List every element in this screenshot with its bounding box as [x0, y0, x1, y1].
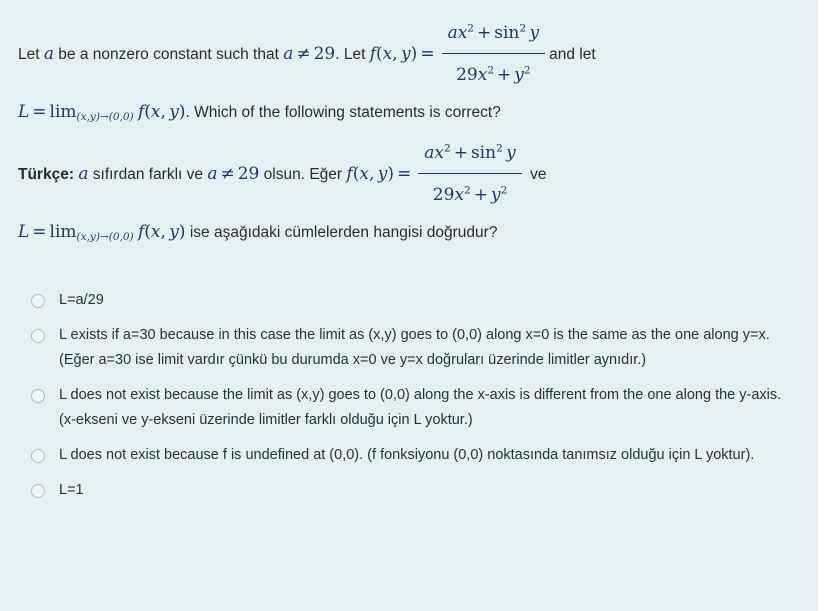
answer-option-label: L=1 [59, 482, 84, 498]
radio-button-icon[interactable] [31, 329, 45, 343]
radio-button-icon[interactable] [31, 484, 45, 498]
stem-text: Let [18, 46, 44, 64]
stem-text: . Let [335, 46, 370, 64]
stem-turkish-line-2: L = lim(x,y)→(0,0) f(x, y) ise aşağıdaki c… [18, 214, 798, 251]
math-limit-operator: lim [49, 102, 77, 122]
answer-option-label: L does not exist because the limit as (x… [59, 387, 782, 428]
answer-option-5[interactable]: L=1 [0, 478, 818, 503]
question-stem-english: Let a be a nonzero constant such that a ≠… [18, 16, 798, 131]
math-equals-sign: = [397, 164, 412, 185]
math-function-f: f(x, y) [137, 222, 186, 242]
stem-english-line-2: L = lim(x,y)→(0,0) f(x, y). Which of the f… [18, 94, 798, 131]
math-variable-L: L [18, 222, 30, 242]
stem-text: olsun. Eğer [259, 166, 347, 184]
math-fraction-f-definition: ax2 + sin2 y 29x2 + y2 [418, 135, 522, 213]
math-variable-a: a [43, 44, 54, 65]
math-function-f: f(x, y) [346, 164, 394, 185]
answer-option-1[interactable]: L=a/29 [0, 288, 818, 313]
answer-option-3[interactable]: L does not exist because the limit as (x… [0, 383, 818, 433]
answer-option-label: L does not exist because f is undefined … [59, 447, 755, 463]
math-fraction-f-definition: ax2 + sin2 y 29x2 + y2 [441, 15, 546, 93]
math-fraction-numerator: ax2 + sin2 y [418, 135, 522, 174]
stem-text: sıfırdan farklı ve [88, 166, 208, 184]
answer-option-4[interactable]: L does not exist because f is undefined … [0, 443, 818, 468]
radio-button-icon[interactable] [31, 389, 45, 403]
answer-options-list: L=a/29 L exists if a=30 because in this … [0, 288, 818, 513]
radio-button-icon[interactable] [31, 294, 45, 308]
answer-option-label: L=a/29 [59, 292, 104, 308]
math-equals-sign: = [32, 222, 47, 242]
question-stem-turkish: Türkçe: a sıfırdan farklı ve a ≠ 29 olsun.… [18, 136, 798, 251]
stem-text: ve [530, 166, 547, 184]
stem-text: ise aşağıdaki cümlelerden hangisi doğrud… [185, 224, 498, 241]
stem-turkish-line-1: Türkçe: a sıfırdan farklı ve a ≠ 29 olsun.… [18, 136, 798, 214]
math-fraction-numerator: ax2 + sin2 y [441, 15, 546, 54]
math-condition-a-neq-29: a ≠ 29 [207, 164, 260, 185]
answer-option-label: L exists if a=30 because in this case th… [59, 327, 770, 368]
math-function-f: f(x, y) [369, 44, 418, 65]
turkish-label: Türkçe: [18, 166, 74, 184]
math-equals-sign: = [32, 102, 47, 122]
math-function-f: f(x, y) [137, 102, 186, 122]
math-condition-a-neq-29: a ≠ 29 [283, 44, 336, 65]
math-limit-subscript: (x,y)→(0,0) [76, 231, 134, 244]
math-fraction-denominator: 29x2 + y2 [456, 64, 531, 85]
math-limit-subscript: (x,y)→(0,0) [76, 111, 134, 124]
radio-button-icon[interactable] [31, 449, 45, 463]
stem-english-line-1: Let a be a nonzero constant such that a ≠… [18, 16, 798, 94]
math-variable-a: a [78, 164, 89, 185]
answer-option-2[interactable]: L exists if a=30 because in this case th… [0, 323, 818, 373]
stem-text: and let [549, 46, 596, 64]
math-variable-L: L [18, 102, 30, 122]
quiz-question-panel: Let a be a nonzero constant such that a ≠… [0, 0, 818, 611]
math-limit-operator: lim [49, 222, 77, 242]
math-equals-sign: = [420, 44, 435, 65]
math-fraction-denominator: 29x2 + y2 [432, 184, 508, 205]
stem-text: be a nonzero constant such that [54, 46, 284, 64]
stem-text: . Which of the following statements is c… [185, 104, 501, 121]
